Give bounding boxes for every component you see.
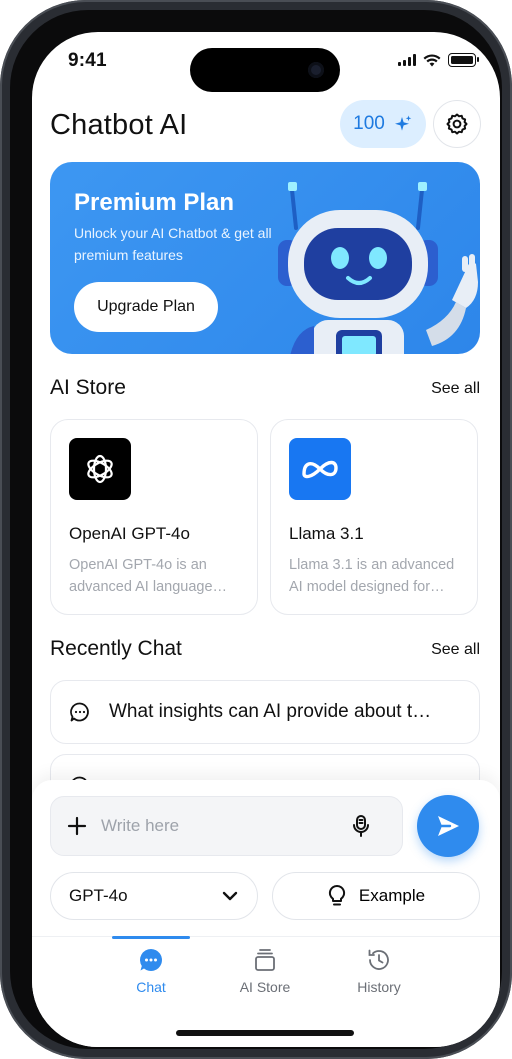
tab-ai-store[interactable]: AI Store: [220, 947, 310, 995]
settings-button[interactable]: [433, 100, 481, 148]
tab-label: AI Store: [239, 979, 291, 995]
ai-store-title: AI Store: [50, 376, 126, 399]
credits-badge[interactable]: 100: [340, 100, 426, 148]
banner-title: Premium Plan: [74, 189, 235, 216]
example-button[interactable]: Example: [272, 872, 480, 920]
chat-bubble-icon: [70, 702, 89, 722]
message-input[interactable]: [101, 816, 351, 836]
model-select-value: GPT-4o: [69, 886, 128, 905]
meta-logo-icon: [289, 438, 351, 500]
microphone-icon[interactable]: [351, 814, 371, 838]
message-input-box: [50, 796, 403, 856]
home-indicator: [176, 1030, 354, 1036]
store-card-name: Llama 3.1: [289, 524, 364, 543]
lightbulb-icon: [328, 884, 345, 906]
example-button-label: Example: [358, 886, 426, 905]
status-icons: [398, 53, 479, 67]
store-card-llama[interactable]: Llama 3.1 Llama 3.1 is an advanced AI mo…: [270, 419, 478, 615]
chevron-down-icon: [222, 891, 238, 901]
premium-banner: Premium Plan Unlock your AI Chatbot & ge…: [50, 162, 480, 354]
dynamic-island: [190, 48, 340, 92]
camera-icon: [308, 62, 324, 78]
credits-count: 100: [353, 113, 385, 134]
app-title: Chatbot AI: [50, 109, 188, 141]
chat-preview-text: What insights can AI provide about t…: [109, 701, 432, 722]
store-card-description: Llama 3.1 is an advanced AI model design…: [289, 557, 455, 595]
send-button[interactable]: [417, 795, 479, 857]
app-screen: 9:41 Chatbot AI 100 Premium Plan Unlock …: [32, 32, 500, 1047]
robot-illustration: [278, 182, 478, 354]
history-icon: [368, 949, 389, 970]
openai-logo-icon: [69, 438, 131, 500]
cellular-signal-icon: [398, 54, 416, 66]
ai-store-see-all-link[interactable]: See all: [431, 380, 480, 398]
tab-label: Chat: [136, 979, 166, 995]
plus-icon[interactable]: [67, 816, 87, 836]
tab-history[interactable]: History: [334, 947, 424, 995]
store-card-description: OpenAI GPT-4o is an advanced AI language…: [69, 557, 228, 595]
battery-icon: [448, 53, 479, 67]
status-time: 9:41: [68, 50, 107, 71]
recent-chat-see-all-link[interactable]: See all: [431, 641, 480, 659]
active-tab-indicator: [112, 936, 190, 939]
chat-icon: [140, 949, 162, 971]
banner-subtitle: Unlock your AI Chatbot & get all premium…: [74, 225, 272, 263]
composer-panel: GPT-4o Example: [32, 780, 500, 936]
phone-bezel: 9:41 Chatbot AI 100 Premium Plan Unlock …: [10, 10, 502, 1049]
tab-label: History: [357, 979, 401, 995]
sparkle-icon: [394, 115, 412, 131]
wifi-icon: [423, 53, 441, 66]
recent-chat-title: Recently Chat: [50, 637, 182, 660]
recent-chat-item[interactable]: What insights can AI provide about t…: [50, 680, 480, 744]
model-select[interactable]: GPT-4o: [50, 872, 258, 920]
send-icon: [438, 816, 459, 836]
phone-frame: 9:41 Chatbot AI 100 Premium Plan Unlock …: [0, 0, 512, 1059]
stack-icon: [255, 949, 275, 971]
upgrade-plan-button[interactable]: Upgrade Plan: [74, 282, 218, 332]
store-card-name: OpenAI GPT-4o: [69, 524, 190, 543]
store-card-openai[interactable]: OpenAI GPT-4o OpenAI GPT-4o is an advanc…: [50, 419, 258, 615]
tab-chat[interactable]: Chat: [106, 947, 196, 995]
gear-icon: [446, 113, 468, 135]
